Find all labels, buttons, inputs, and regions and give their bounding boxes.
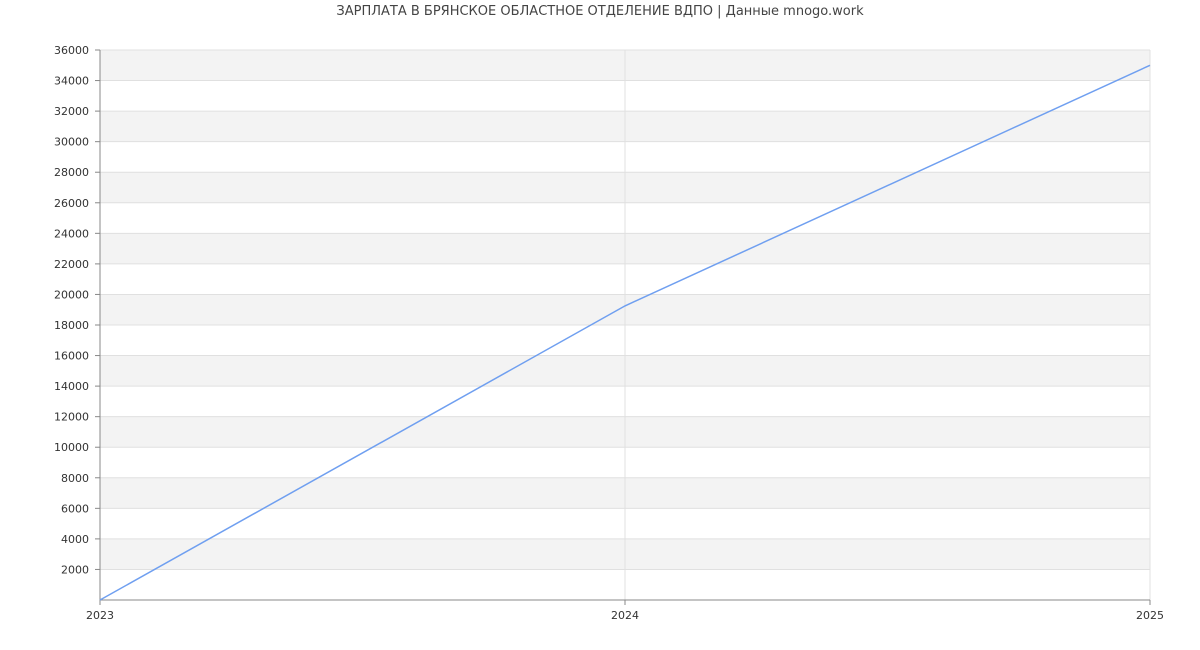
- y-tick-label: 14000: [54, 380, 89, 393]
- y-tick-label: 18000: [54, 319, 89, 332]
- y-tick-label: 8000: [61, 472, 89, 485]
- y-tick-label: 6000: [61, 502, 89, 515]
- x-axis-tick-labels: 2023 2024 2025: [86, 609, 1164, 622]
- y-tick-label: 36000: [54, 44, 89, 57]
- y-tick-label: 10000: [54, 441, 89, 454]
- y-tick-label: 26000: [54, 197, 89, 210]
- line-chart: 2000 4000 6000 8000 10000 12000 14000 16000 1800…: [54, 44, 1164, 622]
- y-tick-label: 22000: [54, 258, 89, 271]
- y-tick-label: 16000: [54, 350, 89, 363]
- y-tick-label: 4000: [61, 533, 89, 546]
- y-tick-label: 32000: [54, 105, 89, 118]
- y-tick-label: 30000: [54, 136, 89, 149]
- y-tick-label: 12000: [54, 411, 89, 424]
- y-tick-label: 34000: [54, 75, 89, 88]
- x-tick-label: 2025: [1136, 609, 1164, 622]
- y-tick-label: 24000: [54, 227, 89, 240]
- x-tick-label: 2023: [86, 609, 114, 622]
- y-tick-label: 28000: [54, 166, 89, 179]
- y-tick-label: 20000: [54, 288, 89, 301]
- y-axis-tick-labels: 2000 4000 6000 8000 10000 12000 14000 16000 1800…: [54, 44, 89, 576]
- y-tick-label: 2000: [61, 563, 89, 576]
- x-tick-label: 2024: [611, 609, 639, 622]
